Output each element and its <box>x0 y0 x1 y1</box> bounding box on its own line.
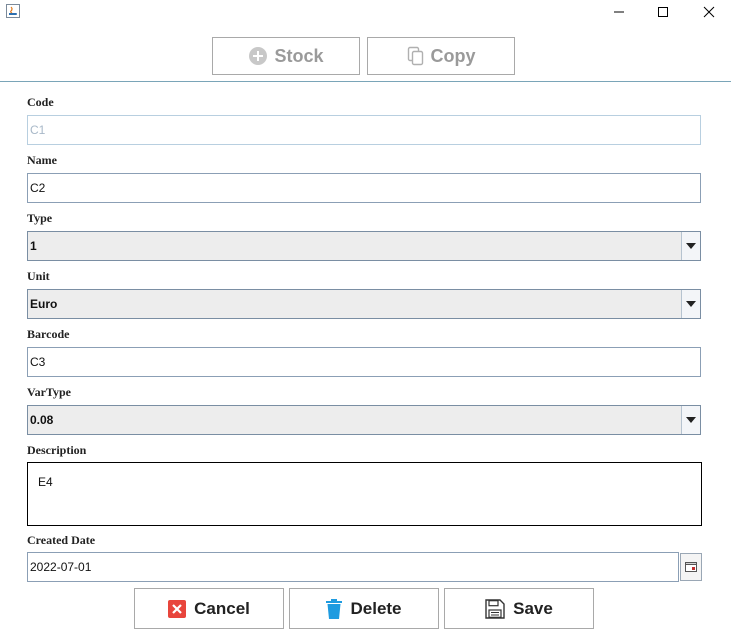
barcode-field[interactable]: C3 <box>27 347 701 377</box>
name-field[interactable]: C2 <box>27 173 701 203</box>
copy-button[interactable]: Copy <box>367 37 515 75</box>
vartype-label: VarType <box>27 385 72 399</box>
copy-button-label: Copy <box>430 45 476 66</box>
copy-icon <box>407 46 423 66</box>
add-circle-icon <box>249 47 268 65</box>
delete-button[interactable]: Delete <box>289 588 439 629</box>
maximize-button[interactable] <box>640 0 686 24</box>
minimize-icon <box>614 11 624 13</box>
maximize-icon <box>658 7 668 17</box>
created-date-field[interactable]: 2022-07-01 <box>27 552 679 582</box>
stock-button[interactable]: Stock <box>212 37 360 75</box>
java-icon <box>6 4 20 18</box>
description-textarea[interactable]: E4 <box>27 462 702 526</box>
delete-button-label: Delete <box>350 598 402 618</box>
close-icon <box>703 6 715 18</box>
cancel-icon <box>168 599 187 618</box>
unit-select-value: Euro <box>30 297 58 311</box>
close-button[interactable] <box>686 0 731 24</box>
calendar-button[interactable] <box>680 553 702 581</box>
calendar-icon <box>685 562 697 572</box>
vartype-select-value: 0.08 <box>30 413 54 427</box>
name-label: Name <box>27 153 57 167</box>
trash-icon <box>326 598 343 619</box>
toolbar-divider <box>0 81 731 82</box>
code-label: Code <box>27 95 54 109</box>
chevron-down-icon[interactable] <box>681 290 700 318</box>
type-label: Type <box>27 211 53 225</box>
chevron-down-icon[interactable] <box>681 406 700 434</box>
title-bar <box>0 0 731 26</box>
type-select[interactable]: 1 <box>27 231 701 261</box>
description-text: E4 <box>38 475 53 489</box>
floppy-disk-icon <box>485 598 505 619</box>
type-select-value: 1 <box>30 239 37 253</box>
cancel-button-label: Cancel <box>194 598 250 618</box>
minimize-button[interactable] <box>596 0 642 24</box>
save-button-label: Save <box>513 598 553 618</box>
unit-label: Unit <box>27 269 50 283</box>
vartype-select[interactable]: 0.08 <box>27 405 701 435</box>
created-date-label: Created Date <box>27 533 96 547</box>
code-field: C1 <box>27 115 701 145</box>
stock-button-label: Stock <box>274 45 324 66</box>
unit-select[interactable]: Euro <box>27 289 701 319</box>
cancel-button[interactable]: Cancel <box>134 588 284 629</box>
description-label: Description <box>27 443 87 457</box>
save-button[interactable]: Save <box>444 588 594 629</box>
barcode-label: Barcode <box>27 327 70 341</box>
chevron-down-icon[interactable] <box>681 232 700 260</box>
